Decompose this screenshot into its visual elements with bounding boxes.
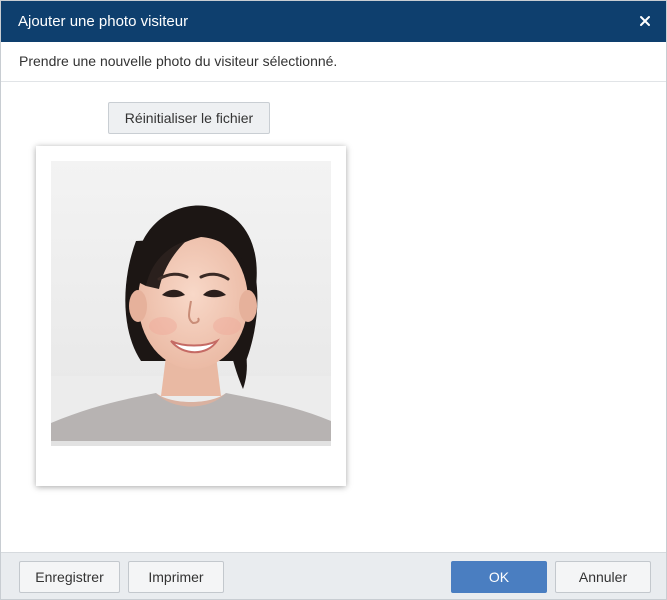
photo-card <box>36 146 346 486</box>
close-icon[interactable] <box>636 12 654 30</box>
dialog-title: Ajouter une photo visiteur <box>18 13 189 30</box>
dialog-footer: Enregistrer Imprimer OK Annuler <box>1 552 666 599</box>
cancel-button[interactable]: Annuler <box>555 561 651 593</box>
print-button[interactable]: Imprimer <box>128 561 224 593</box>
reset-file-button[interactable]: Réinitialiser le fichier <box>108 102 270 134</box>
save-button[interactable]: Enregistrer <box>19 561 120 593</box>
dialog-subtitle: Prendre une nouvelle photo du visiteur s… <box>1 42 666 82</box>
dialog-titlebar: Ajouter une photo visiteur <box>1 1 666 42</box>
visitor-photo <box>51 161 331 446</box>
dialog-subtitle-text: Prendre une nouvelle photo du visiteur s… <box>19 53 338 69</box>
add-visitor-photo-dialog: Ajouter une photo visiteur Prendre une n… <box>0 0 667 600</box>
ok-button[interactable]: OK <box>451 561 547 593</box>
